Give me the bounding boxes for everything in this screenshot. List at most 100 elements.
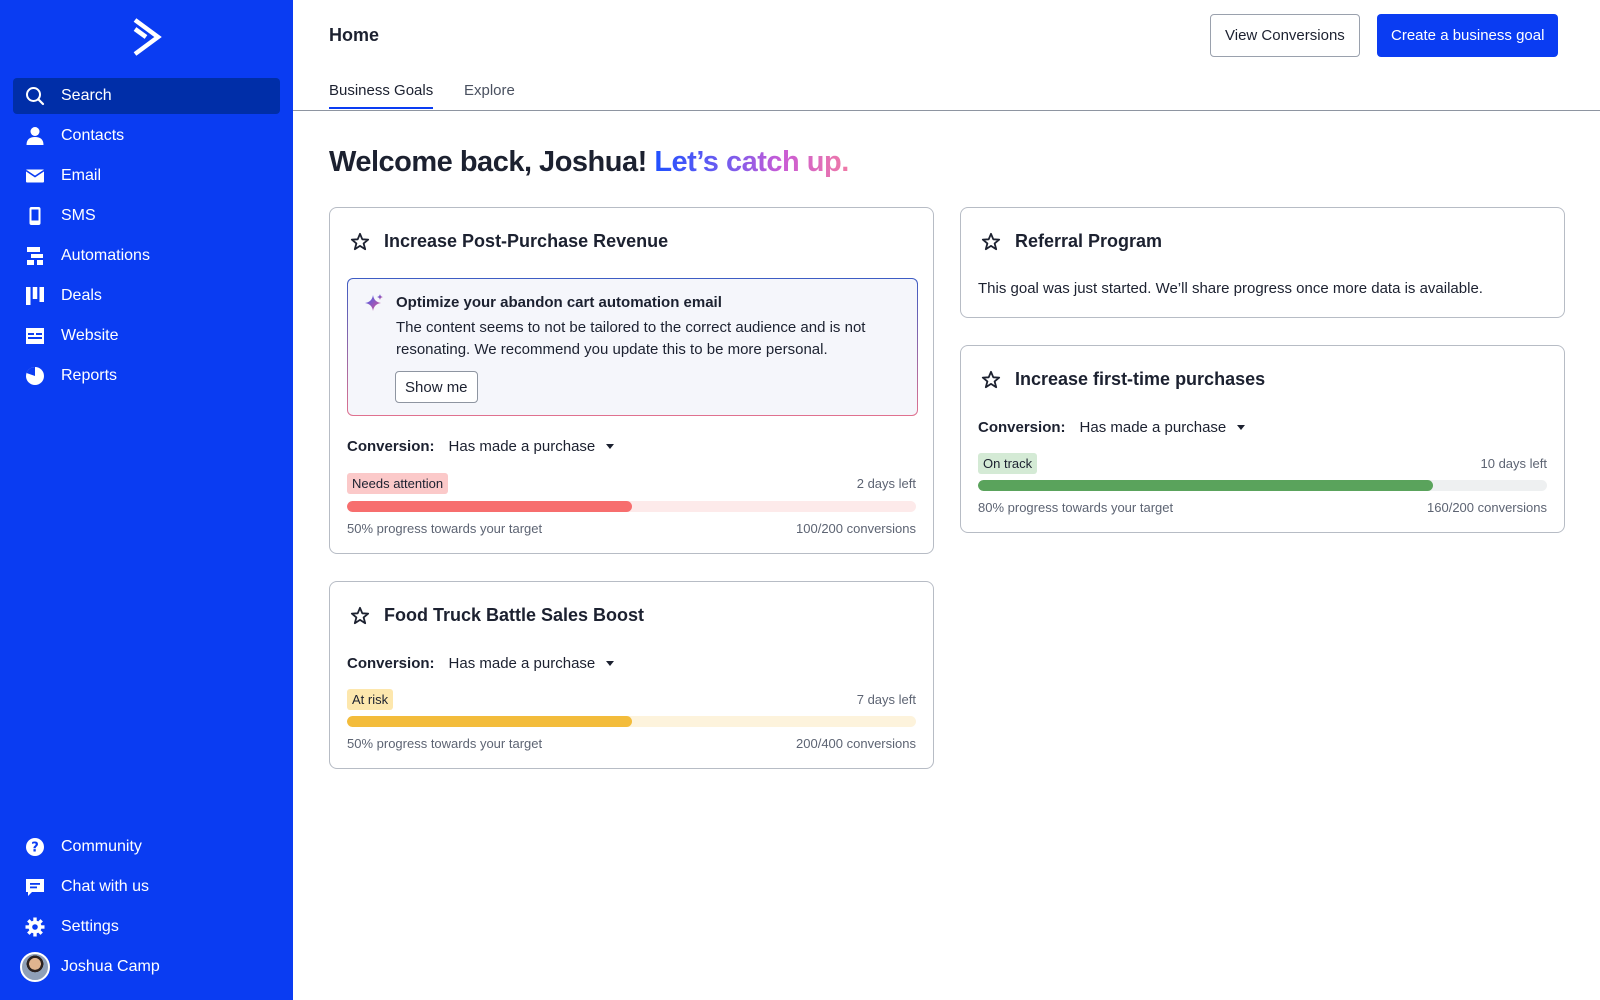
sidebar-item-label: Reports bbox=[61, 367, 118, 384]
welcome-heading: Welcome back, Joshua! Let’s catch up. bbox=[329, 146, 849, 179]
caret-down-icon bbox=[1237, 425, 1246, 430]
phone-icon bbox=[25, 206, 45, 226]
sidebar-item-label: SMS bbox=[61, 207, 96, 224]
conversion-dropdown[interactable]: Has made a purchase bbox=[1080, 419, 1246, 436]
tab-bar: Business Goals Explore bbox=[293, 78, 1600, 111]
sidebar-item-email[interactable]: Email bbox=[13, 158, 280, 194]
goal-card-first-time[interactable]: Increase first-time purchases Conversion… bbox=[960, 345, 1565, 533]
goal-title: Food Truck Battle Sales Boost bbox=[384, 605, 645, 625]
help-icon: ? bbox=[25, 837, 45, 857]
conversion-label: Conversion: bbox=[978, 419, 1066, 436]
sidebar-item-website[interactable]: Website bbox=[13, 318, 280, 354]
conversions-count: 100/200 conversions bbox=[796, 521, 916, 536]
sidebar-item-sms[interactable]: SMS bbox=[13, 198, 280, 234]
star-icon[interactable] bbox=[350, 606, 370, 626]
status-badge: At risk bbox=[347, 689, 394, 710]
sidebar-item-deals[interactable]: Deals bbox=[13, 278, 280, 314]
progress-bar bbox=[347, 716, 916, 727]
progress-bar bbox=[347, 501, 916, 512]
sidebar-item-settings[interactable]: Settings bbox=[13, 909, 280, 945]
sidebar-item-label: Settings bbox=[61, 918, 119, 935]
sidebar-item-reports[interactable]: Reports bbox=[13, 358, 280, 394]
days-left: 2 days left bbox=[856, 476, 916, 491]
conversion-dropdown[interactable]: Has made a purchase bbox=[449, 438, 615, 455]
goal-card-referral[interactable]: Referral Program This goal was just star… bbox=[960, 207, 1565, 318]
goal-title: Increase first-time purchases bbox=[1015, 369, 1266, 389]
sidebar: Search Contacts Email SMS Automations De… bbox=[0, 0, 293, 1000]
sidebar-item-chat[interactable]: Chat with us bbox=[13, 869, 280, 905]
suggestion-title: Optimize your abandon cart automation em… bbox=[396, 294, 722, 311]
sparkle-icon bbox=[365, 294, 383, 311]
days-left: 10 days left bbox=[1480, 456, 1548, 471]
progress-bar bbox=[978, 480, 1547, 491]
conversion-label: Conversion: bbox=[347, 655, 435, 672]
sidebar-item-search[interactable]: Search bbox=[13, 78, 280, 114]
goal-card-header: Food Truck Battle Sales Boost bbox=[350, 605, 644, 626]
goal-card-post-purchase[interactable]: Increase Post-Purchase Revenue Optimize … bbox=[329, 207, 934, 554]
goal-card-header: Referral Program bbox=[981, 231, 1162, 252]
goal-description: This goal was just started. We’ll share … bbox=[978, 280, 1483, 297]
sidebar-item-automations[interactable]: Automations bbox=[13, 238, 280, 274]
sidebar-item-label: Chat with us bbox=[61, 878, 150, 895]
view-conversions-button[interactable]: View Conversions bbox=[1210, 14, 1360, 57]
star-icon[interactable] bbox=[350, 232, 370, 252]
page-title: Home bbox=[329, 25, 380, 45]
website-icon bbox=[25, 326, 45, 346]
progress-text: 50% progress towards your target bbox=[347, 736, 543, 751]
days-left: 7 days left bbox=[856, 692, 916, 707]
progress-bar-fill bbox=[978, 480, 1434, 491]
show-me-button[interactable]: Show me bbox=[395, 371, 478, 403]
progress-text: 50% progress towards your target bbox=[347, 521, 543, 536]
status-badge: On track bbox=[978, 453, 1038, 474]
user-name: Joshua Camp bbox=[61, 958, 160, 975]
goal-title: Increase Post-Purchase Revenue bbox=[384, 231, 669, 251]
sidebar-item-profile[interactable]: Joshua Camp bbox=[13, 949, 280, 985]
welcome-greeting: Welcome back, Joshua! bbox=[329, 146, 647, 178]
automation-icon bbox=[25, 246, 45, 266]
sidebar-item-label: Deals bbox=[61, 287, 102, 304]
tab-explore[interactable]: Explore bbox=[464, 82, 515, 107]
sidebar-item-contacts[interactable]: Contacts bbox=[13, 118, 280, 154]
search-icon bbox=[25, 86, 45, 106]
conversion-value: Has made a purchase bbox=[448, 655, 596, 672]
conversion-row: Conversion: Has made a purchase bbox=[978, 419, 1246, 436]
conversions-count: 200/400 conversions bbox=[796, 736, 916, 751]
star-icon[interactable] bbox=[981, 370, 1001, 390]
conversion-row: Conversion: Has made a purchase bbox=[347, 655, 615, 672]
conversion-dropdown[interactable]: Has made a purchase bbox=[449, 655, 615, 672]
conversion-row: Conversion: Has made a purchase bbox=[347, 438, 615, 455]
conversion-value: Has made a purchase bbox=[448, 438, 596, 455]
progress-bar-fill bbox=[347, 501, 632, 512]
conversion-value: Has made a purchase bbox=[1079, 419, 1227, 436]
progress-bar-fill bbox=[347, 716, 632, 727]
goal-card-food-truck[interactable]: Food Truck Battle Sales Boost Conversion… bbox=[329, 581, 934, 769]
tab-business-goals[interactable]: Business Goals bbox=[329, 82, 434, 109]
progress-text: 80% progress towards your target bbox=[978, 500, 1174, 515]
create-business-goal-button[interactable]: Create a business goal bbox=[1377, 14, 1559, 57]
goal-card-header: Increase first-time purchases bbox=[981, 369, 1265, 390]
envelope-icon bbox=[25, 166, 45, 186]
status-badge: Needs attention bbox=[347, 473, 449, 494]
gear-icon bbox=[25, 917, 45, 937]
sidebar-nav: Search Contacts Email SMS Automations De… bbox=[13, 78, 280, 398]
sidebar-item-label: Automations bbox=[61, 247, 150, 264]
sidebar-item-label: Search bbox=[61, 87, 112, 104]
chevron-arrow-logo[interactable] bbox=[130, 18, 162, 56]
conversion-label: Conversion: bbox=[347, 438, 435, 455]
avatar bbox=[20, 952, 50, 982]
suggestion-text: The content seems to not be tailored to … bbox=[396, 319, 866, 358]
welcome-tagline: Let’s catch up. bbox=[654, 146, 849, 178]
sidebar-item-label: Website bbox=[61, 327, 119, 344]
star-icon[interactable] bbox=[981, 232, 1001, 252]
conversions-count: 160/200 conversions bbox=[1427, 500, 1547, 515]
goal-title: Referral Program bbox=[1015, 231, 1163, 251]
caret-down-icon bbox=[606, 661, 615, 666]
caret-down-icon bbox=[606, 444, 615, 449]
ai-suggestion-box: Optimize your abandon cart automation em… bbox=[347, 278, 918, 416]
sidebar-item-community[interactable]: ? Community bbox=[13, 829, 280, 865]
person-icon bbox=[25, 126, 45, 146]
chat-icon bbox=[25, 877, 45, 897]
goal-card-header: Increase Post-Purchase Revenue bbox=[350, 231, 668, 252]
sidebar-item-label: Contacts bbox=[61, 127, 125, 144]
sidebar-item-label: Email bbox=[61, 167, 102, 184]
